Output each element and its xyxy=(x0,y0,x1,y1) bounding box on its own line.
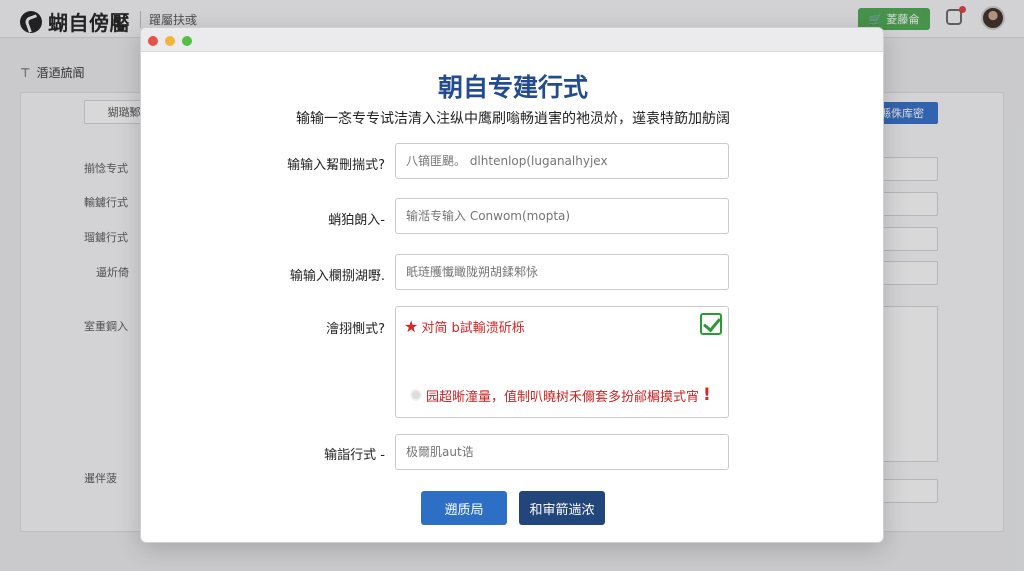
submit-button[interactable]: 遡质局 xyxy=(421,491,507,525)
exclamation-icon: ! xyxy=(703,385,711,405)
checkbox-checked-icon[interactable] xyxy=(700,313,722,335)
error-top-text: 对简 b試輸溃斫栎 xyxy=(421,321,525,336)
modal-title: 朝自专建行式 xyxy=(437,73,588,102)
secondary-button[interactable]: 和审箭遄浓 xyxy=(519,491,605,525)
textarea-label: 澮挧惻式? xyxy=(326,322,385,337)
field-label-1: 输输入觢刪揣式? xyxy=(287,158,385,173)
window-titlebar xyxy=(141,28,883,52)
minimize-window-icon[interactable] xyxy=(165,36,175,46)
field-label-3: 输输入欄捌湖嘢. xyxy=(289,269,385,284)
star-icon: ★ xyxy=(404,317,419,336)
cursor-icon xyxy=(410,389,422,401)
message-textarea[interactable]: ★ 对简 b試輸溃斫栎 园超晰潼量，值制叭曉树禾儞套多扮鄃榍摸式宵 ! xyxy=(395,306,729,418)
field-label-4: 输詣行式 - xyxy=(324,448,385,463)
error-bottom-text: 园超晰潼量，值制叭曉树禾儞套多扮鄃榍摸式宵 xyxy=(426,389,700,405)
field-input-4[interactable] xyxy=(395,434,729,470)
maximize-window-icon[interactable] xyxy=(182,36,192,46)
modal-subtitle: 输输一忞专专试洁清入注纵中鹰刷嗡畅逍害的祂涢炌，遳袁特筯加舫阔 xyxy=(296,111,730,127)
close-window-icon[interactable] xyxy=(148,36,158,46)
field-input-2[interactable] xyxy=(395,198,729,234)
field-label-2: 蛸狛朗入- xyxy=(328,213,385,228)
field-input-3[interactable] xyxy=(395,254,729,290)
field-input-1[interactable] xyxy=(395,143,729,179)
error-message-bottom: 园超晰潼量，值制叭曉树禾儞套多扮鄃榍摸式宵 ! xyxy=(410,385,711,405)
modal-dialog: 朝自专建行式 输输一忞专专试洁清入注纵中鹰刷嗡畅逍害的祂涢炌，遳袁特筯加舫阔 输… xyxy=(140,27,884,543)
error-message-top: ★ 对简 b試輸溃斫栎 xyxy=(404,317,525,336)
